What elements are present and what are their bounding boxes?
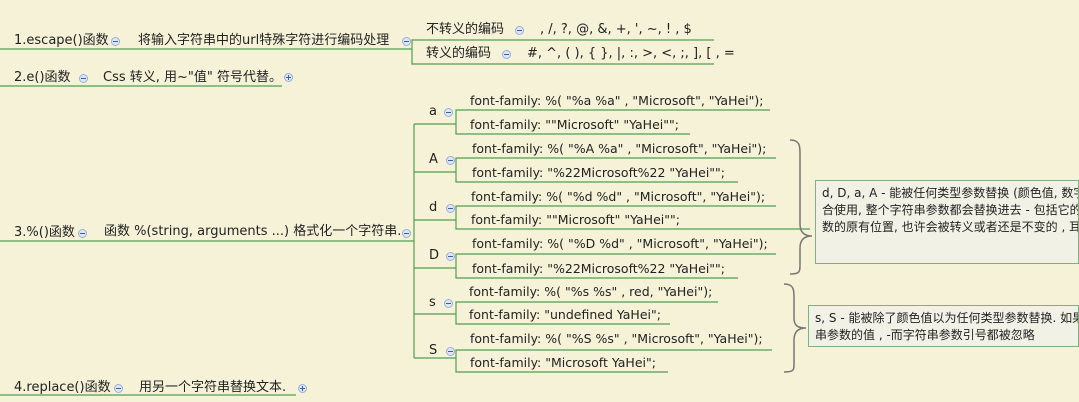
collapse-toggle-icon[interactable]: [444, 299, 453, 308]
node-e-title[interactable]: 2.e()函数: [14, 70, 71, 86]
branch-d-row-2[interactable]: font-family: ""Microsoft" "YaHei"";: [471, 212, 680, 228]
node-format-title[interactable]: 3.%()函数: [14, 225, 75, 241]
branch-a-row-2[interactable]: font-family: ""Microsoft" "YaHei"";: [470, 117, 679, 133]
branch-key-a[interactable]: a: [429, 104, 437, 120]
note-d-D-a-A: d, D, a, A - 能被任何类型参数替换 (颜色值, 数字 合使用, 整个…: [815, 180, 1079, 264]
node-replace-title[interactable]: 4.replace()函数: [14, 380, 111, 396]
expand-toggle-icon[interactable]: [284, 73, 293, 82]
note-line: d, D, a, A - 能被任何类型参数替换 (颜色值, 数字: [822, 186, 1079, 200]
expand-toggle-icon[interactable]: [298, 384, 307, 393]
collapse-toggle-icon[interactable]: [446, 347, 455, 356]
collapse-toggle-icon[interactable]: [78, 229, 87, 238]
branch-d-row-1[interactable]: font-family: %( "%d %d" , "Microsoft", "…: [471, 189, 765, 205]
collapse-toggle-icon[interactable]: [402, 37, 411, 46]
branch-A-row-1[interactable]: font-family: %( "%A %a" , "Microsoft", "…: [472, 141, 766, 157]
node-replace-desc[interactable]: 用另一个字符串替换文本.: [139, 380, 286, 396]
branch-key-A[interactable]: A: [429, 152, 438, 168]
node-escape-desc[interactable]: 将输入字符串中的url特殊字符进行编码处理: [138, 33, 389, 49]
branch-S-row-2[interactable]: font-family: "Microsoft YaHei";: [470, 355, 656, 371]
collapse-toggle-icon[interactable]: [446, 204, 455, 213]
branch-key-S[interactable]: S: [429, 343, 437, 359]
branch-D-row-1[interactable]: font-family: %( "%D %d" , "Microsoft", "…: [472, 236, 768, 252]
not-escaped-label[interactable]: 不转义的编码: [426, 22, 504, 38]
collapse-toggle-icon[interactable]: [515, 26, 524, 35]
branch-a-row-1[interactable]: font-family: %( "%a %a" , "Microsoft", "…: [470, 93, 764, 109]
collapse-toggle-icon[interactable]: [114, 384, 123, 393]
branch-A-row-2[interactable]: font-family: "%22Microsoft%22 "YaHei"";: [472, 165, 725, 181]
note-s-S: s, S - 能被除了颜色值以为任何类型参数替换. 如果 串参数的值 , -而字…: [808, 305, 1079, 347]
note-line: 合使用, 整个字符串参数都会替换进去 - 包括它的: [822, 203, 1079, 217]
escaped-label[interactable]: 转义的编码: [426, 46, 491, 62]
branch-s-row-1[interactable]: font-family: %( "%s %s" , red, "YaHei");: [469, 284, 712, 300]
collapse-toggle-icon[interactable]: [446, 252, 455, 261]
branch-key-d[interactable]: d: [429, 200, 437, 216]
collapse-toggle-icon[interactable]: [446, 156, 455, 165]
collapse-toggle-icon[interactable]: [444, 108, 453, 117]
note-line: 数的原有位置, 也许会被转义或者还是不变的 , 耳: [822, 220, 1079, 234]
branch-key-D[interactable]: D: [429, 248, 439, 264]
note-line: 串参数的值 , -而字符串参数引号都被忽略: [815, 328, 1035, 342]
branch-s-row-2[interactable]: font-family: "undefined YaHei";: [469, 307, 661, 323]
collapse-toggle-icon[interactable]: [402, 229, 411, 238]
node-e-desc[interactable]: Css 转义, 用~"值" 符号代替。: [103, 70, 282, 86]
node-escape-title[interactable]: 1.escape()函数: [14, 33, 109, 49]
node-format-desc[interactable]: 函数 %(string, arguments ...) 格式化一个字符串.: [104, 224, 401, 240]
collapse-toggle-icon[interactable]: [79, 74, 88, 83]
not-escaped-value[interactable]: , /, ?, @, &, +, ', ~, ! , $: [540, 22, 692, 38]
branch-S-row-1[interactable]: font-family: %( "%S %s" , "Microsoft", "…: [470, 331, 763, 347]
escaped-value[interactable]: #, ^, ( ), { }, |, :, >, <, ;, ], [ , =: [527, 46, 735, 62]
note-line: s, S - 能被除了颜色值以为任何类型参数替换. 如果: [815, 311, 1079, 325]
branch-key-s[interactable]: s: [429, 295, 436, 311]
collapse-toggle-icon[interactable]: [502, 50, 511, 59]
branch-D-row-2[interactable]: font-family: "%22Microsoft%22 "YaHei"";: [472, 261, 725, 277]
collapse-toggle-icon[interactable]: [111, 37, 120, 46]
